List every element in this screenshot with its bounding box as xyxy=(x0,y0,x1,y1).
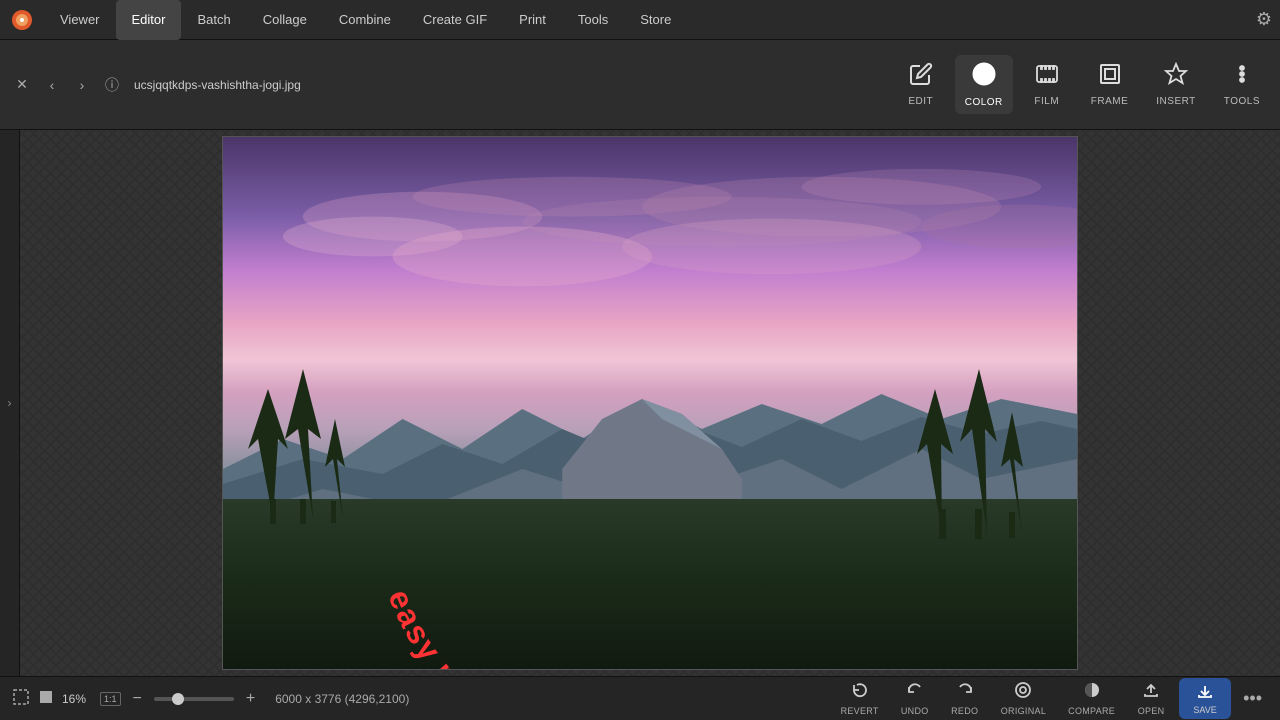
save-label: SAVE xyxy=(1193,705,1216,715)
tab-viewer[interactable]: Viewer xyxy=(44,0,116,40)
left-panel-toggle[interactable]: › xyxy=(0,130,20,676)
insert-icon xyxy=(1164,62,1188,92)
film-label: FILM xyxy=(1034,96,1059,107)
film-icon xyxy=(1035,62,1059,92)
zoom-slider[interactable] xyxy=(154,697,234,701)
svg-text:easy photo editor: easy photo editor xyxy=(381,584,615,669)
frame-icon xyxy=(1098,62,1122,92)
original-label: ORIGINAL xyxy=(1001,706,1046,716)
edit-label: EDIT xyxy=(908,96,933,107)
toolbar: ✕ ‹ › ⓘ ucsjqqtkdps-vashishtha-jogi.jpg … xyxy=(0,40,1280,130)
tool-tools[interactable]: TOOLS xyxy=(1214,56,1270,113)
tool-insert[interactable]: INSERT xyxy=(1146,56,1206,113)
zoom-slider-thumb xyxy=(172,693,184,705)
undo-icon xyxy=(906,681,924,704)
tab-editor[interactable]: Editor xyxy=(116,0,182,40)
tab-collage[interactable]: Collage xyxy=(247,0,323,40)
undo-button[interactable]: UNDO xyxy=(893,678,937,719)
close-button[interactable]: ✕ xyxy=(10,73,34,97)
frame-label: FRAME xyxy=(1091,96,1129,107)
next-button[interactable]: › xyxy=(70,73,94,97)
tab-batch[interactable]: Batch xyxy=(181,0,246,40)
zoom-percent: 16% xyxy=(62,692,92,706)
tool-film[interactable]: FILM xyxy=(1021,56,1073,113)
tool-edit[interactable]: EDIT xyxy=(895,56,947,113)
svg-text:PHOTOSCAPE X for Mac and Windo: PHOTOSCAPE X for Mac and Windows 10, Fun… xyxy=(223,137,975,598)
marquee-icon[interactable] xyxy=(12,688,30,709)
tools-label: TOOLS xyxy=(1224,96,1260,107)
titlebar: Viewer Editor Batch Collage Combine Crea… xyxy=(0,0,1280,40)
chevron-right-icon: › xyxy=(8,396,12,410)
undo-label: UNDO xyxy=(901,706,929,716)
color-label: COLOR xyxy=(965,97,1003,108)
original-icon xyxy=(1014,681,1032,704)
color-icon xyxy=(971,61,997,93)
info-button[interactable]: ⓘ xyxy=(100,73,124,97)
zoom-in-button[interactable]: + xyxy=(242,690,259,708)
insert-label: INSERT xyxy=(1156,96,1196,107)
revert-button[interactable]: REVERT xyxy=(833,678,887,719)
tools-icon xyxy=(1230,62,1254,92)
edit-icon xyxy=(909,62,933,92)
tab-store[interactable]: Store xyxy=(624,0,687,40)
tab-creategif[interactable]: Create GIF xyxy=(407,0,503,40)
status-right: REVERT UNDO REDO xyxy=(833,678,1268,719)
revert-icon xyxy=(851,681,869,704)
toolbar-left: ✕ ‹ › ⓘ ucsjqqtkdps-vashishtha-jogi.jpg xyxy=(10,73,895,97)
photo: PHOTOSCAPE X for Mac and Windows 10, Fun… xyxy=(222,136,1078,670)
save-icon xyxy=(1196,682,1214,705)
compare-icon xyxy=(1083,681,1101,704)
redo-button[interactable]: REDO xyxy=(943,678,987,719)
prev-button[interactable]: ‹ xyxy=(40,73,64,97)
main-area: › xyxy=(0,130,1280,676)
square-icon[interactable] xyxy=(38,689,54,708)
open-icon xyxy=(1142,681,1160,704)
tool-frame[interactable]: FRAME xyxy=(1081,56,1139,113)
statusbar: 16% 1:1 − + 6000 x 3776 (4296,2100) REVE… xyxy=(0,676,1280,720)
more-button[interactable]: ••• xyxy=(1237,684,1268,713)
original-button[interactable]: ORIGINAL xyxy=(993,678,1054,719)
nav-tabs: Viewer Editor Batch Collage Combine Crea… xyxy=(44,0,1256,40)
zoom-1to1-button[interactable]: 1:1 xyxy=(100,692,121,706)
canvas-area: PHOTOSCAPE X for Mac and Windows 10, Fun… xyxy=(20,130,1280,676)
redo-icon xyxy=(956,681,974,704)
image-container: PHOTOSCAPE X for Mac and Windows 10, Fun… xyxy=(222,136,1078,670)
tab-print[interactable]: Print xyxy=(503,0,562,40)
curved-text-svg: PHOTOSCAPE X for Mac and Windows 10, Fun… xyxy=(223,137,1077,669)
toolbar-right: EDIT COLOR xyxy=(895,55,1270,114)
save-button[interactable]: SAVE xyxy=(1179,678,1231,719)
open-button[interactable]: OPEN xyxy=(1129,678,1173,719)
revert-label: REVERT xyxy=(841,706,879,716)
compare-label: COMPARE xyxy=(1068,706,1115,716)
tab-tools[interactable]: Tools xyxy=(562,0,624,40)
open-label: OPEN xyxy=(1138,706,1165,716)
app-icon xyxy=(8,6,36,34)
compare-button[interactable]: COMPARE xyxy=(1060,678,1123,719)
redo-label: REDO xyxy=(951,706,978,716)
zoom-out-button[interactable]: − xyxy=(129,690,146,708)
image-info: 6000 x 3776 (4296,2100) xyxy=(275,692,409,706)
tab-combine[interactable]: Combine xyxy=(323,0,407,40)
tool-color[interactable]: COLOR xyxy=(955,55,1013,114)
filename: ucsjqqtkdps-vashishtha-jogi.jpg xyxy=(134,78,301,92)
settings-icon[interactable]: ⚙ xyxy=(1256,9,1272,30)
